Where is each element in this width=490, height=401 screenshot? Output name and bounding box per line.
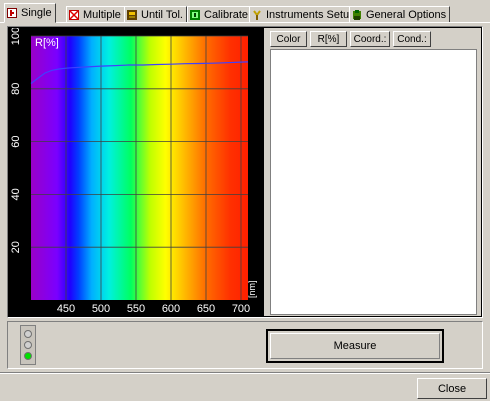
- tab-single[interactable]: Single: [4, 3, 56, 23]
- results-list[interactable]: [270, 49, 477, 315]
- tab-calibrate[interactable]: Calibrate: [187, 6, 253, 22]
- instruments-icon: [252, 9, 262, 20]
- color-column-header[interactable]: Color: [270, 31, 307, 47]
- y-tick-label: 100: [10, 28, 22, 45]
- x-tick-label: 600: [162, 303, 180, 315]
- y-tick-label: 40: [10, 188, 22, 200]
- y-tick-label: 60: [10, 135, 22, 147]
- tab-label: Single: [21, 7, 52, 19]
- x-axis-label: [nm]: [247, 280, 257, 298]
- options-icon: [352, 9, 362, 20]
- tab-general-options[interactable]: General Options: [349, 6, 451, 22]
- separator-highlight: [0, 373, 490, 374]
- measure-button-label: Measure: [333, 340, 377, 352]
- tab-label: Calibrate: [204, 8, 249, 21]
- cond-column-header[interactable]: Cond.:: [393, 31, 431, 47]
- spectrum-chart: 450 500 550 600 650 700 20 40 60 80 100 R[%] [nm]: [9, 28, 259, 316]
- tab-label: Multiple: [83, 8, 121, 21]
- x-tick-label: 450: [57, 303, 75, 315]
- tab-until-tol[interactable]: Until Tol.: [124, 6, 187, 22]
- tab-multiple[interactable]: Multiple: [66, 6, 125, 22]
- tab-instruments-setup[interactable]: Instruments Setup: [249, 6, 360, 22]
- single-icon: [7, 8, 17, 18]
- until-tol-icon: [127, 9, 137, 20]
- calibrate-icon: [190, 9, 200, 20]
- close-button-label: Close: [437, 382, 467, 395]
- close-button[interactable]: Close: [417, 378, 487, 399]
- multiple-icon: [69, 9, 79, 20]
- x-tick-label: 550: [127, 303, 145, 315]
- status-indicator: [20, 325, 36, 365]
- y-tick-label: 80: [10, 83, 22, 95]
- y-axis-label: R[%]: [35, 37, 59, 49]
- reflectance-column-header[interactable]: R[%]: [310, 31, 347, 47]
- plot-background: [31, 36, 248, 300]
- tab-bar: Single Multiple Until Tol. Calibrate Ins…: [0, 0, 490, 23]
- tab-label: General Options: [366, 8, 447, 21]
- y-tick-label: 20: [10, 241, 22, 253]
- measure-button[interactable]: Measure: [266, 329, 444, 363]
- tab-underline: [0, 22, 490, 23]
- status-light-3: [24, 352, 32, 360]
- status-light-1: [24, 330, 32, 338]
- x-tick-label: 700: [232, 303, 250, 315]
- tab-label: Until Tol.: [141, 8, 183, 21]
- x-tick-label: 500: [92, 303, 110, 315]
- spectrum-chart-svg: 450 500 550 600 650 700 20 40 60 80 100 R[%] [nm]: [10, 28, 257, 315]
- coord-column-header[interactable]: Coord.:: [350, 31, 390, 47]
- status-light-2: [24, 341, 32, 349]
- x-tick-label: 650: [197, 303, 215, 315]
- tab-label: Instruments Setup: [266, 8, 356, 21]
